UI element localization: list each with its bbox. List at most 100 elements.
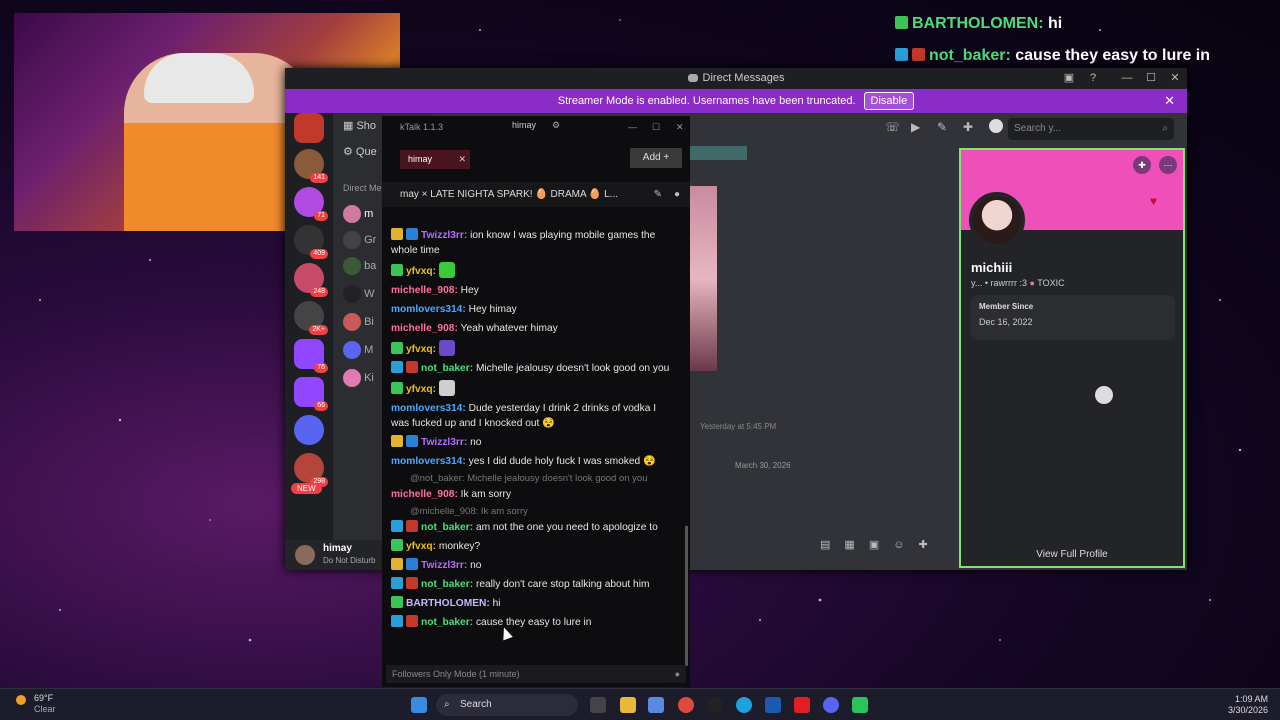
- guild-icon[interactable]: [294, 113, 324, 143]
- discord-taskbar-icon[interactable]: [823, 697, 839, 713]
- chat-username[interactable]: Twizzl3rr: [421, 437, 464, 448]
- minimize-button[interactable]: —: [1115, 68, 1139, 89]
- screen-share-icon[interactable]: ▣: [1057, 68, 1081, 89]
- profile-toggle-icon[interactable]: [989, 119, 1003, 133]
- shop-item[interactable]: ▦ Sho: [343, 119, 376, 132]
- gif-icon[interactable]: ▦: [844, 539, 868, 551]
- chat-separator: :: [432, 266, 439, 277]
- twitch-guild-icon[interactable]: 76: [294, 339, 328, 373]
- guild-icon[interactable]: 141: [294, 149, 328, 183]
- chat-username[interactable]: michelle_908: [391, 285, 454, 296]
- chrome-icon[interactable]: [678, 697, 694, 713]
- dm-item[interactable]: m: [343, 205, 373, 223]
- video-icon[interactable]: ▶: [911, 120, 920, 134]
- chat-input[interactable]: Followers Only Mode (1 minute) ●: [386, 665, 686, 683]
- weather-widget[interactable]: 69°F Clear: [16, 693, 56, 715]
- chat-username[interactable]: Twizzl3rr: [421, 230, 464, 241]
- phone-icon[interactable]: ☏: [885, 120, 900, 134]
- chat-username[interactable]: momlovers314: [391, 403, 462, 414]
- add-friend-icon[interactable]: ✚: [1133, 156, 1151, 174]
- view-full-profile-link[interactable]: View Full Profile: [961, 549, 1183, 560]
- guild-icon[interactable]: 298: [294, 453, 328, 487]
- chat-username[interactable]: yfvxq: [406, 344, 433, 355]
- add-split-button[interactable]: Add +: [630, 148, 682, 168]
- chatterino-taskbar-icon[interactable]: [852, 697, 868, 713]
- scrollbar[interactable]: [685, 526, 688, 666]
- close-button[interactable]: ✕: [1163, 68, 1187, 89]
- tag-icon: ●: [1029, 278, 1035, 288]
- guild-icon[interactable]: 248: [294, 263, 328, 297]
- emote-icon[interactable]: [438, 340, 455, 356]
- chat-username[interactable]: yfvxq: [406, 541, 433, 552]
- close-icon[interactable]: ✕: [1164, 89, 1175, 113]
- emote-icon[interactable]: [438, 262, 455, 278]
- guild-icon[interactable]: 2K+: [294, 301, 328, 335]
- dm-item[interactable]: Gr: [343, 231, 376, 249]
- crown-badge-icon: [391, 435, 403, 447]
- user-icon[interactable]: ●: [674, 182, 680, 207]
- pin-icon[interactable]: ✎: [937, 120, 947, 134]
- guild-icon[interactable]: 71: [294, 187, 328, 221]
- search-label: Search: [460, 699, 492, 710]
- edit-icon[interactable]: ✎: [654, 182, 662, 207]
- taskbar-search[interactable]: ⌕ Search: [436, 694, 578, 716]
- gift-icon[interactable]: ▤: [820, 539, 844, 551]
- youtube-icon[interactable]: [794, 697, 810, 713]
- minimize-button[interactable]: —: [628, 122, 637, 132]
- disable-button[interactable]: Disable: [863, 92, 915, 110]
- more-options-icon[interactable]: ⋯: [1159, 156, 1177, 174]
- dm-item[interactable]: W: [343, 285, 374, 303]
- chat-username[interactable]: momlovers314: [391, 304, 462, 315]
- emoji-icon[interactable]: ☺: [893, 539, 918, 551]
- emote-icon[interactable]: [438, 380, 455, 396]
- start-icon[interactable]: [411, 697, 427, 713]
- dm-label: m: [364, 207, 374, 220]
- twitch-guild-icon[interactable]: 66: [294, 377, 328, 411]
- guild-icon[interactable]: 409: [294, 225, 328, 259]
- profile-avatar[interactable]: [969, 192, 1025, 248]
- chat-username[interactable]: not_baker: [421, 363, 470, 374]
- system-clock[interactable]: 1:09 AM 3/30/2026: [1228, 694, 1268, 716]
- help-icon[interactable]: ?: [1081, 68, 1105, 89]
- account-name[interactable]: himay: [512, 120, 536, 130]
- dm-item[interactable]: Ki: [343, 369, 374, 387]
- chat-username[interactable]: michelle_908: [391, 323, 454, 334]
- chat-username[interactable]: BARTHOLOMEN: [406, 598, 486, 609]
- image-attachment[interactable]: [690, 186, 717, 371]
- close-button[interactable]: ✕: [676, 122, 684, 133]
- chat-username[interactable]: not_baker: [421, 579, 470, 590]
- sticker-icon[interactable]: ▣: [869, 539, 893, 551]
- chat-username[interactable]: not_baker: [421, 617, 470, 628]
- close-tab-icon[interactable]: ✕: [458, 150, 466, 169]
- obs-icon[interactable]: [707, 697, 723, 713]
- info-icon[interactable]: ●: [675, 665, 680, 683]
- chat-text: am not the one you need to apologize to: [475, 522, 658, 533]
- chat-username[interactable]: not_baker: [421, 522, 470, 533]
- quests-item[interactable]: ⚙ Que: [343, 145, 377, 158]
- edge-icon[interactable]: [736, 697, 752, 713]
- add-friend-icon[interactable]: ✚: [963, 120, 973, 134]
- task-view-icon[interactable]: [590, 697, 606, 713]
- file-explorer-icon[interactable]: [620, 697, 636, 713]
- chat-username[interactable]: yfvxq: [406, 384, 433, 395]
- store-icon[interactable]: [765, 697, 781, 713]
- dm-item[interactable]: Bi: [343, 313, 374, 331]
- app-icon[interactable]: [648, 697, 664, 713]
- chat-username[interactable]: yfvxq: [406, 266, 433, 277]
- dm-item[interactable]: ba: [343, 257, 376, 275]
- maximize-button[interactable]: ☐: [652, 122, 660, 133]
- chat-message: Twizzl3rr: no: [382, 433, 680, 452]
- settings-icon[interactable]: ⚙: [552, 120, 560, 131]
- sub-badge-icon: [406, 520, 418, 532]
- chat-username[interactable]: michelle_908: [391, 489, 454, 500]
- dm-label: Gr: [364, 233, 377, 246]
- apps-icon[interactable]: ✚: [918, 539, 941, 551]
- chat-username[interactable]: momlovers314: [391, 456, 462, 467]
- tab-himay[interactable]: himay ✕: [400, 150, 470, 169]
- search-input[interactable]: Search y... ⌕: [1008, 118, 1174, 140]
- user-status: Do Not Disturb: [323, 556, 376, 565]
- discord-guild-icon[interactable]: [294, 415, 324, 445]
- maximize-button[interactable]: ☐: [1139, 68, 1163, 89]
- chat-username[interactable]: Twizzl3rr: [421, 560, 464, 571]
- dm-item[interactable]: M: [343, 341, 373, 359]
